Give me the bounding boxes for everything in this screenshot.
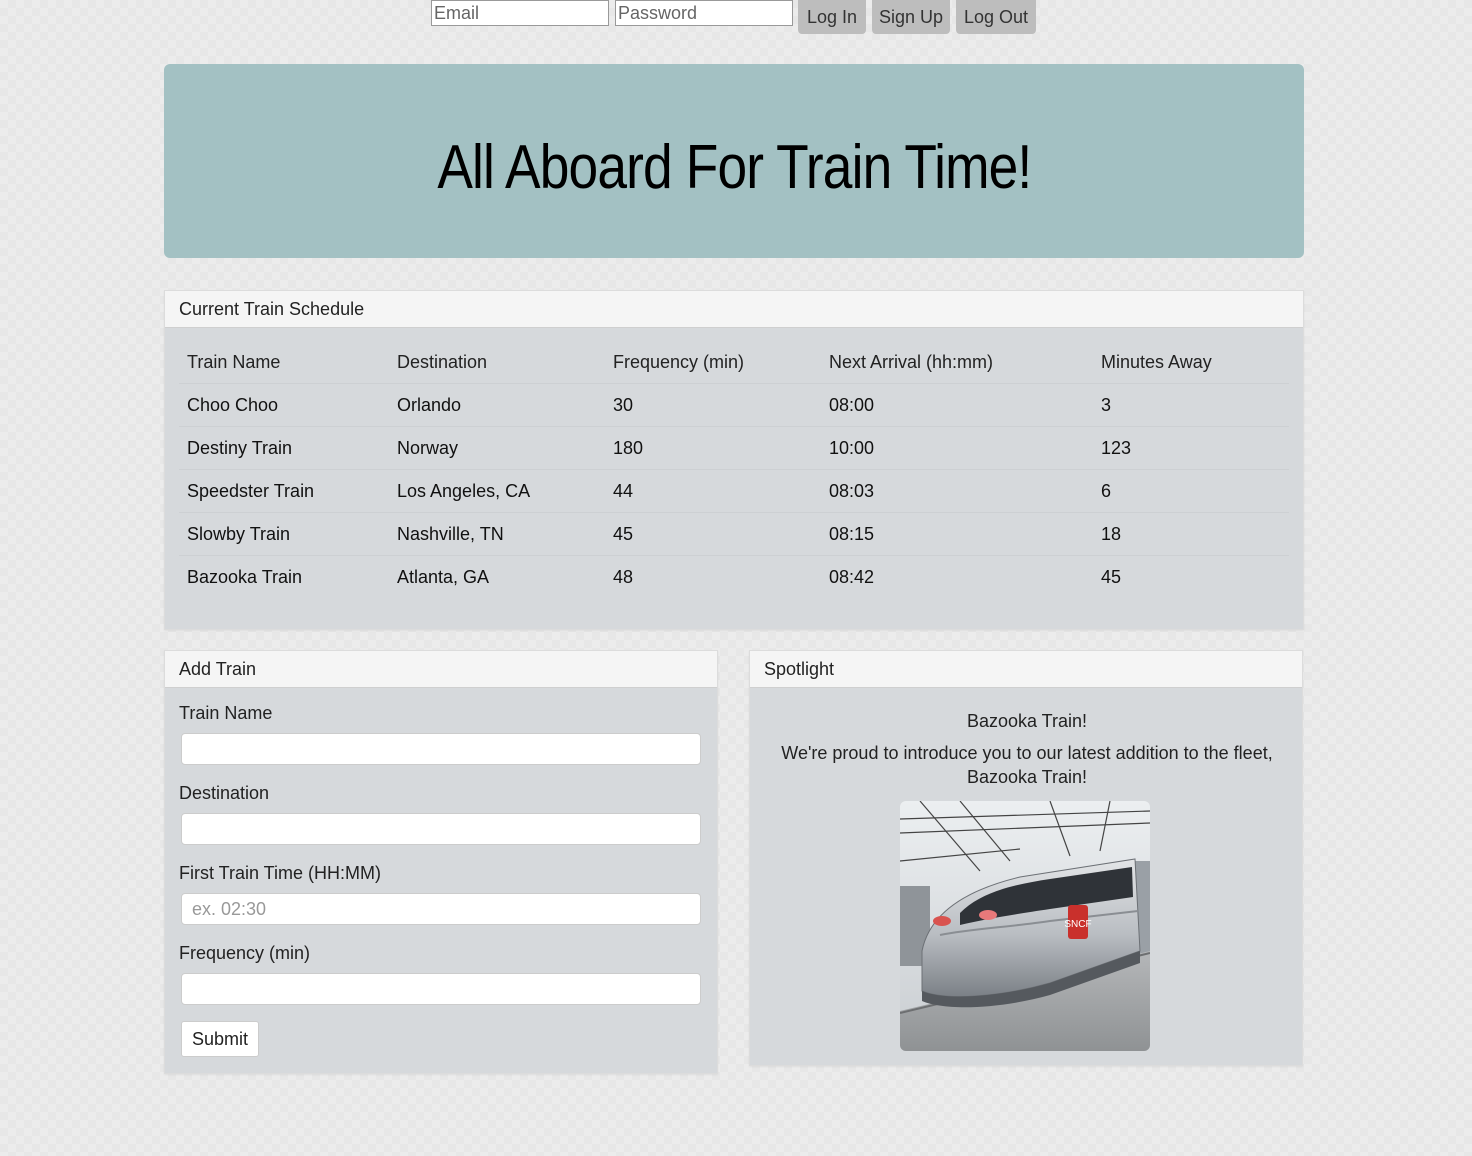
table-row: Speedster Train Los Angeles, CA 44 08:03… bbox=[179, 469, 1289, 513]
table-row: Destiny Train Norway 180 10:00 123 bbox=[179, 426, 1289, 470]
column-header-minutes-away: Minutes Away bbox=[1093, 341, 1289, 384]
cell-destination: Los Angeles, CA bbox=[389, 469, 605, 513]
first-train-time-input[interactable] bbox=[181, 893, 701, 925]
header-banner: All Aboard For Train Time! bbox=[164, 64, 1304, 258]
cell-next-arrival: 10:00 bbox=[821, 426, 1093, 470]
spotlight-body: Bazooka Train! We're proud to introduce … bbox=[770, 709, 1284, 789]
frequency-input[interactable] bbox=[181, 973, 701, 1005]
cell-frequency: 180 bbox=[605, 426, 821, 470]
cell-destination: Orlando bbox=[389, 383, 605, 427]
cell-train-name: Choo Choo bbox=[179, 383, 389, 427]
schedule-table: Train Name Destination Frequency (min) N… bbox=[179, 341, 1289, 598]
cell-minutes-away: 45 bbox=[1101, 566, 1122, 587]
cell-minutes-away: 18 bbox=[1093, 512, 1289, 556]
schedule-panel: Current Train Schedule Train Name Destin… bbox=[164, 290, 1304, 630]
first-train-time-group: First Train Time (HH:MM) bbox=[179, 863, 703, 943]
cell-frequency: 48 bbox=[613, 566, 634, 587]
password-input[interactable] bbox=[615, 0, 793, 26]
destination-input[interactable] bbox=[181, 813, 701, 845]
cell-minutes-away: 6 bbox=[1093, 469, 1289, 513]
column-header-destination: Destination bbox=[389, 341, 605, 384]
cell-train-name: Slowby Train bbox=[179, 512, 389, 556]
cell-train-name: Destiny Train bbox=[179, 426, 389, 470]
table-row: Slowby Train Nashville, TN 45 08:15 18 bbox=[179, 512, 1289, 556]
cell-next-arrival: 08:03 bbox=[821, 469, 1093, 513]
cell-next-arrival: 08:00 bbox=[821, 383, 1093, 427]
page-title: All Aboard For Train Time! bbox=[436, 132, 1032, 202]
cell-minutes-away: 123 bbox=[1093, 426, 1289, 470]
spotlight-panel: Spotlight Bazooka Train! We're proud to … bbox=[749, 650, 1303, 1066]
cell-frequency: 44 bbox=[605, 469, 821, 513]
spotlight-title: Bazooka Train! bbox=[966, 711, 1088, 731]
add-train-panel-heading: Add Train bbox=[165, 651, 717, 688]
log-in-button[interactable]: Log In bbox=[798, 0, 866, 34]
destination-label: Destination bbox=[179, 783, 270, 803]
cell-destination: Atlanta, GA bbox=[397, 566, 490, 587]
train-name-label: Train Name bbox=[179, 703, 273, 723]
table-row: Bazooka Train Atlanta, GA 48 08:42 45 bbox=[179, 556, 1289, 599]
log-out-button[interactable]: Log Out bbox=[956, 0, 1036, 34]
schedule-panel-heading: Current Train Schedule bbox=[165, 291, 1303, 328]
cell-frequency: 30 bbox=[605, 383, 821, 427]
add-train-form: Train Name Destination First Train Time … bbox=[179, 703, 703, 1023]
spotlight-description: We're proud to introduce you to our late… bbox=[781, 743, 1273, 787]
spotlight-train-image: SNCF bbox=[900, 801, 1150, 1051]
cell-frequency: 45 bbox=[605, 512, 821, 556]
train-name-input[interactable] bbox=[181, 733, 701, 765]
cell-minutes-away: 3 bbox=[1093, 383, 1289, 427]
sign-up-button[interactable]: Sign Up bbox=[872, 0, 950, 34]
table-row: Choo Choo Orlando 30 08:00 3 bbox=[179, 383, 1289, 427]
cell-train-name: Bazooka Train bbox=[187, 566, 303, 587]
cell-next-arrival: 08:15 bbox=[821, 512, 1093, 556]
train-name-group: Train Name bbox=[179, 703, 703, 783]
cell-destination: Norway bbox=[389, 426, 605, 470]
column-header-frequency: Frequency (min) bbox=[605, 341, 821, 384]
frequency-label: Frequency (min) bbox=[179, 943, 311, 963]
table-header-row: Train Name Destination Frequency (min) N… bbox=[179, 341, 1289, 384]
column-header-train-name: Train Name bbox=[179, 341, 389, 384]
cell-next-arrival: 08:42 bbox=[829, 566, 875, 587]
svg-text:SNCF: SNCF bbox=[1064, 919, 1091, 930]
spotlight-panel-heading: Spotlight bbox=[750, 651, 1302, 688]
frequency-group: Frequency (min) bbox=[179, 943, 703, 1023]
first-train-time-label: First Train Time (HH:MM) bbox=[179, 863, 381, 883]
cell-train-name: Speedster Train bbox=[179, 469, 389, 513]
destination-group: Destination bbox=[179, 783, 703, 863]
add-train-panel: Add Train Train Name Destination First T… bbox=[164, 650, 718, 1074]
column-header-next-arrival: Next Arrival (hh:mm) bbox=[821, 341, 1093, 384]
submit-button[interactable]: Submit bbox=[181, 1021, 260, 1057]
email-input[interactable] bbox=[431, 0, 609, 26]
cell-destination: Nashville, TN bbox=[389, 512, 605, 556]
